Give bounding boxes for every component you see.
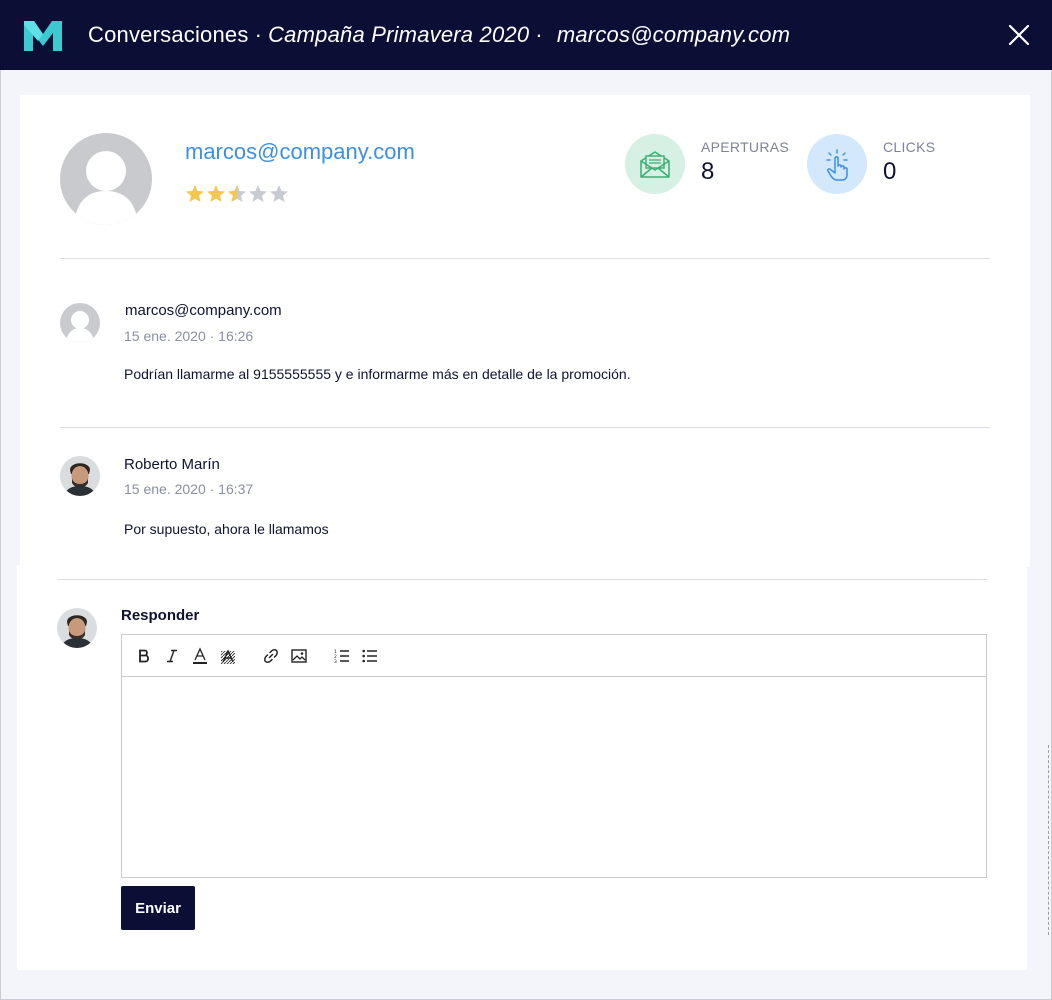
- envelope-open-icon: [640, 151, 670, 178]
- svg-text:3: 3: [334, 659, 337, 663]
- bullet-list-icon[interactable]: [360, 646, 380, 666]
- editor-toolbar: 123: [122, 635, 986, 677]
- clicks-value: 0: [883, 158, 897, 185]
- contact-title: marcos@company.com: [556, 22, 791, 47]
- title-separator-2: ·: [535, 22, 543, 47]
- user-placeholder-icon: [66, 311, 94, 343]
- contact-avatar: [60, 133, 152, 225]
- highlight-icon[interactable]: [218, 646, 238, 666]
- star-half-icon[interactable]: [227, 184, 247, 204]
- header-bar: Conversaciones · Campaña Primavera 2020 · ma…: [0, 0, 1052, 70]
- campaign-title: Campaña Primavera 2020: [268, 22, 530, 47]
- title-separator: ·: [254, 22, 263, 47]
- hand-pointer-click-icon: [826, 149, 848, 181]
- opens-stat-badge: [625, 134, 685, 194]
- clicks-label: CLICKS: [883, 139, 936, 155]
- close-icon[interactable]: [1008, 24, 1030, 46]
- rich-text-editor[interactable]: 123: [121, 634, 987, 878]
- avatar: [60, 456, 100, 496]
- reply-label: Responder: [121, 607, 200, 624]
- window-title: Conversaciones · Campaña Primavera 2020 · ma…: [88, 22, 790, 48]
- user-placeholder-icon: [74, 151, 138, 225]
- message-time: 15 ene. 2020 · 16:37: [124, 481, 254, 497]
- message-author: marcos@company.com: [125, 302, 282, 319]
- agent-photo-icon: [57, 608, 97, 648]
- message-text: Podrían llamarme al 9155555555 y e infor…: [124, 366, 631, 382]
- contact-email[interactable]: marcos@company.com: [185, 139, 415, 165]
- message-divider: [60, 427, 990, 428]
- text-color-icon[interactable]: [190, 646, 210, 666]
- message-author: Roberto Marín: [124, 456, 220, 473]
- brand-logo-icon: [24, 21, 62, 51]
- section-title: Conversaciones: [88, 22, 249, 47]
- message-text: Por supuesto, ahora le llamamos: [124, 521, 329, 537]
- link-icon[interactable]: [261, 646, 281, 666]
- avatar: [57, 608, 97, 648]
- send-button[interactable]: Enviar: [121, 886, 195, 930]
- rating-stars[interactable]: [185, 184, 289, 204]
- opens-value: 8: [701, 158, 715, 185]
- ordered-list-icon[interactable]: 123: [332, 646, 352, 666]
- opens-label: APERTURAS: [701, 139, 790, 155]
- header-divider: [60, 258, 990, 259]
- star-empty-icon[interactable]: [248, 184, 268, 204]
- message-time: 15 ene. 2020 · 16:26: [124, 328, 254, 344]
- image-icon[interactable]: [289, 646, 309, 666]
- reply-divider: [57, 579, 987, 580]
- italic-icon[interactable]: [162, 646, 182, 666]
- clicks-stat-badge: [807, 134, 867, 194]
- scroll-edge-indicator: [1048, 745, 1049, 935]
- star-icon[interactable]: [206, 184, 226, 204]
- bold-icon[interactable]: [134, 646, 154, 666]
- avatar: [60, 303, 100, 343]
- reply-textarea[interactable]: [122, 677, 986, 877]
- star-empty-icon[interactable]: [269, 184, 289, 204]
- agent-photo-icon: [60, 456, 100, 496]
- star-icon[interactable]: [185, 184, 205, 204]
